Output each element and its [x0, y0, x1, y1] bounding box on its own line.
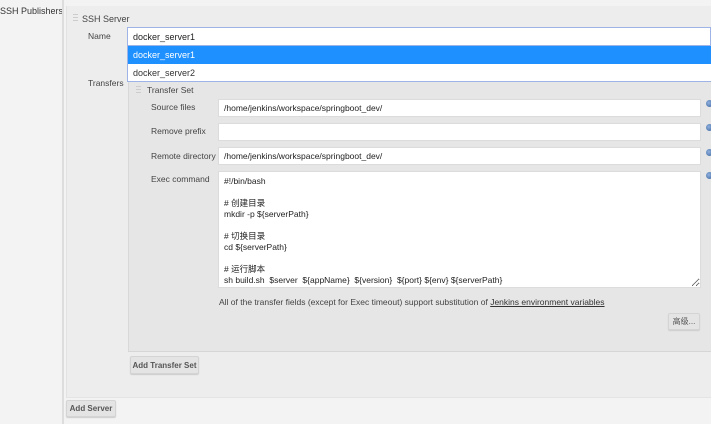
source-files-label: Source files: [151, 102, 196, 112]
help-icon[interactable]: [706, 124, 711, 131]
add-transfer-set-button[interactable]: Add Transfer Set: [130, 356, 199, 374]
name-input[interactable]: docker_server1: [127, 27, 711, 46]
remote-directory-input[interactable]: /home/jenkins/workspace/springboot_dev/: [218, 147, 701, 165]
help-icon[interactable]: [706, 149, 711, 156]
remove-prefix-label: Remove prefix: [151, 126, 206, 136]
transfers-label: Transfers: [88, 78, 124, 88]
exec-command-label: Exec command: [151, 174, 210, 184]
add-server-button[interactable]: Add Server: [66, 400, 116, 417]
dropdown-option-docker-server2[interactable]: docker_server2: [127, 64, 711, 82]
drag-handle-icon[interactable]: [73, 14, 78, 23]
ssh-server-title: SSH Server: [82, 14, 130, 24]
section-label: SSH Publishers: [0, 6, 64, 16]
advanced-button[interactable]: 高级...: [668, 313, 700, 330]
help-icon[interactable]: [706, 172, 711, 179]
jenkins-env-vars-link[interactable]: Jenkins environment variables: [490, 297, 604, 307]
dropdown-option-docker-server1[interactable]: docker_server1: [127, 46, 711, 64]
transfer-set-title: Transfer Set: [147, 85, 194, 95]
exec-command-textarea[interactable]: [218, 171, 701, 288]
name-label: Name: [88, 31, 111, 41]
help-icon[interactable]: [706, 100, 711, 107]
remove-prefix-input[interactable]: [218, 123, 701, 141]
remote-directory-label: Remote directory: [151, 151, 216, 161]
substitution-note: All of the transfer fields (except for E…: [219, 297, 605, 307]
source-files-input[interactable]: /home/jenkins/workspace/springboot_dev/: [218, 99, 701, 117]
drag-handle-icon[interactable]: [136, 86, 141, 95]
note-text: All of the transfer fields (except for E…: [219, 297, 491, 307]
